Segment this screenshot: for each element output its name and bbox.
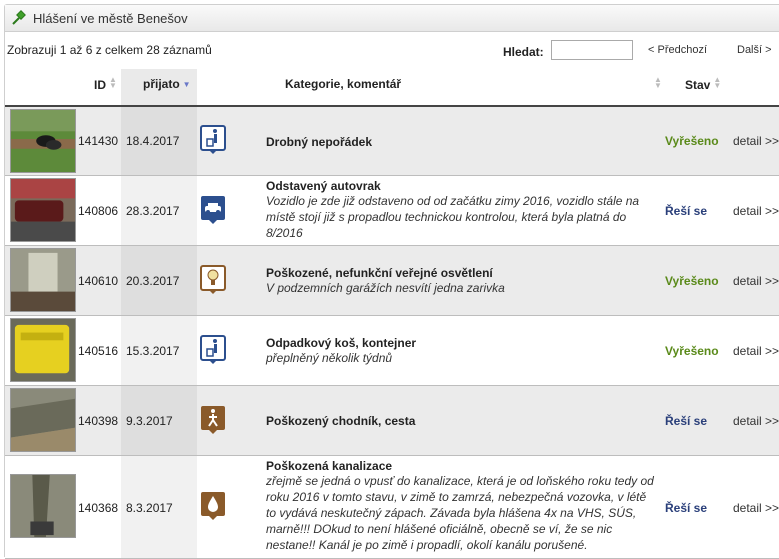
water-drop-icon	[201, 492, 225, 520]
report-id: 140610	[78, 274, 119, 288]
detail-link[interactable]: detail >>	[733, 501, 779, 515]
column-header-category[interactable]: Kategorie, komentář	[285, 77, 401, 91]
category-comment: zřejmě se jedná o vpusť do kanalizace, k…	[266, 474, 654, 552]
search-input[interactable]	[551, 40, 633, 60]
report-photo[interactable]	[10, 474, 76, 538]
table-controls: Zobrazuji 1 až 6 z celkem 28 záznamů Hle…	[5, 35, 779, 67]
category-comment: V podzemních garážích nesvítí jedna zari…	[266, 281, 505, 295]
report-date: 8.3.2017	[126, 501, 173, 515]
detail-link[interactable]: detail >>	[733, 414, 779, 428]
status-badge: Řeší se	[665, 204, 708, 218]
status-badge: Řeší se	[665, 501, 708, 515]
report-id: 140368	[78, 501, 119, 515]
column-header-status[interactable]: Stav ▲ ▼	[685, 75, 722, 93]
panel-title: Hlášení ve městě Benešov	[33, 10, 188, 26]
table-row[interactable]: 140516 15.3.2017 Odpadkový koš, kontejne…	[5, 316, 779, 386]
search-label: Hledat:	[503, 45, 544, 59]
category-cell: Odpadkový koš, kontejner přeplněný někol…	[266, 336, 656, 366]
panel-titlebar: Hlášení ve městě Benešov	[5, 5, 779, 32]
column-header-date[interactable]: přijato ▼	[143, 77, 191, 91]
report-date: 20.3.2017	[126, 274, 180, 288]
category-cell: Odstavený autovrak Vozidlo je zde již od…	[266, 179, 656, 241]
trash-person-icon	[200, 335, 226, 364]
prev-page-link[interactable]: < Předchozí	[648, 44, 707, 56]
report-id: 140516	[78, 344, 119, 358]
sort-desc-icon: ▼	[182, 80, 191, 89]
status-badge: Vyřešeno	[665, 274, 719, 288]
status-badge: Vyřešeno	[665, 344, 719, 358]
report-photo[interactable]	[10, 178, 76, 242]
table-row[interactable]: 140398 9.3.2017 Poškozený chodník, cesta…	[5, 386, 779, 456]
pedestrian-icon	[201, 406, 225, 434]
category-title: Poškozené, nefunkční veřejné osvětlení	[266, 266, 493, 280]
lightbulb-icon	[200, 265, 226, 294]
table-row[interactable]: 140806 28.3.2017 Odstavený autovrak Vozi…	[5, 176, 779, 246]
report-photo[interactable]	[10, 388, 76, 452]
category-cell: Poškozený chodník, cesta	[266, 414, 656, 428]
category-title: Drobný nepořádek	[266, 135, 373, 149]
report-photo[interactable]	[10, 248, 76, 312]
status-badge: Řeší se	[665, 414, 708, 428]
category-title: Poškozený chodník, cesta	[266, 414, 416, 428]
detail-link[interactable]: detail >>	[733, 274, 779, 288]
category-comment: Vozidlo je zde již odstaveno od od začát…	[266, 194, 640, 240]
table-row[interactable]: 140610 20.3.2017 Poškozené, nefunkční ve…	[5, 246, 779, 316]
category-cell: Poškozené, nefunkční veřejné osvětlení V…	[266, 266, 656, 296]
report-date: 9.3.2017	[126, 414, 173, 428]
detail-link[interactable]: detail >>	[733, 134, 779, 148]
report-id: 140398	[78, 414, 119, 428]
pushpin-icon	[12, 10, 26, 25]
column-header-id[interactable]: ID ▲ ▼	[94, 75, 117, 93]
detail-link[interactable]: detail >>	[733, 204, 779, 218]
category-sort-icon[interactable]: ▲ ▼	[651, 76, 662, 92]
report-date: 28.3.2017	[126, 204, 180, 218]
report-id: 140806	[78, 204, 119, 218]
report-photo[interactable]	[10, 318, 76, 382]
table-row[interactable]: 141430 18.4.2017 Drobný nepořádek Vyřeše…	[5, 107, 779, 176]
reports-panel: Hlášení ve městě Benešov Zobrazuji 1 až …	[4, 4, 779, 559]
car-icon	[201, 196, 225, 224]
status-badge: Vyřešeno	[665, 134, 719, 148]
report-id: 141430	[78, 134, 119, 148]
category-title: Odstavený autovrak	[266, 179, 381, 193]
report-date: 15.3.2017	[126, 344, 180, 358]
category-cell: Poškozená kanalizace zřejmě se jedná o v…	[266, 459, 656, 553]
category-title: Odpadkový koš, kontejner	[266, 336, 417, 350]
category-comment: přeplněný několik týdnů	[266, 351, 393, 365]
sort-both-icon: ▲ ▼	[713, 75, 722, 90]
category-title: Poškozená kanalizace	[266, 459, 393, 473]
report-date: 18.4.2017	[126, 134, 180, 148]
sort-both-icon: ▲ ▼	[109, 75, 117, 90]
next-page-link[interactable]: Další >	[737, 44, 772, 56]
category-cell: Drobný nepořádek	[266, 135, 656, 149]
table-header: ID ▲ ▼ přijato ▼ Kategorie, komentář ▲ ▼ Sta…	[5, 69, 779, 107]
table-row[interactable]: 140368 8.3.2017 Poškozená kanalizace zře…	[5, 456, 779, 559]
report-photo[interactable]	[10, 109, 76, 173]
detail-link[interactable]: detail >>	[733, 344, 779, 358]
records-info: Zobrazuji 1 až 6 z celkem 28 záznamů	[7, 43, 212, 57]
trash-person-icon	[200, 125, 226, 154]
